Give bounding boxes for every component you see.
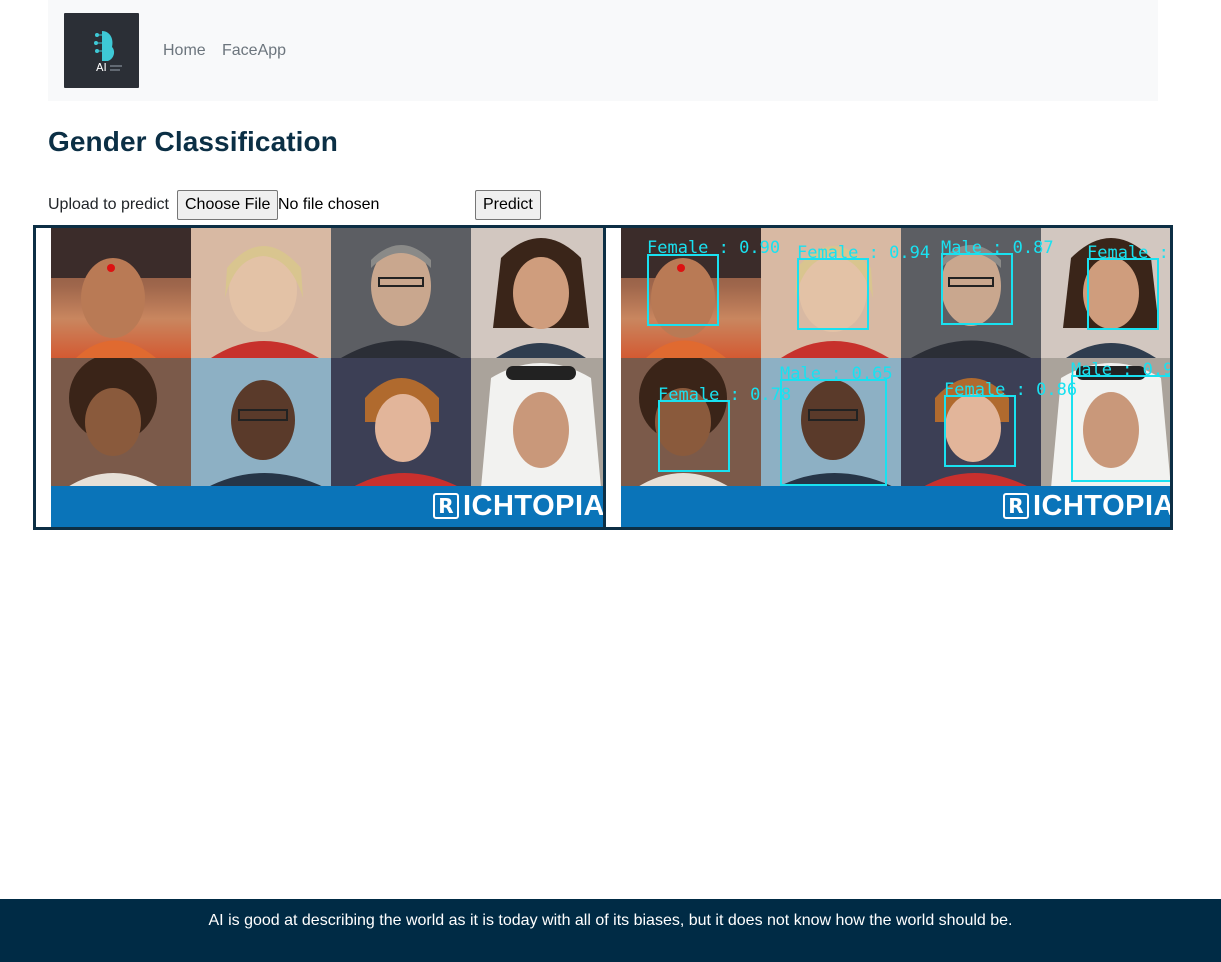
- detection-label: Male : 0.65: [780, 364, 893, 384]
- nav-faceapp-link[interactable]: FaceApp: [222, 42, 286, 60]
- brand-text: ICHTOPIA: [1032, 489, 1173, 522]
- brand-logo: R ICHTOPIA: [1002, 489, 1173, 522]
- detection-label: Female : 0.94: [797, 243, 931, 263]
- face-photo: [331, 358, 471, 488]
- footer-text: AI is good at describing the world as it…: [208, 912, 1013, 929]
- detection-box: [780, 379, 887, 486]
- detection-box: [944, 395, 1016, 467]
- choose-file-button[interactable]: Choose File: [177, 190, 279, 220]
- detection-label: Male : 0.87: [941, 238, 1054, 258]
- footer: AI is good at describing the world as it…: [0, 899, 1221, 962]
- navbar: AI Home FaceApp: [48, 0, 1158, 101]
- detection-label: Female : 0.: [1087, 243, 1170, 263]
- brand-text: ICHTOPIA: [462, 489, 605, 522]
- prediction-image-panel: R ICHTOPIA Female : 0.90 Female : 0.94 M…: [603, 225, 1173, 530]
- detection-label: Female : 0.86: [944, 380, 1078, 400]
- original-image-panel: R ICHTOPIA: [33, 225, 606, 530]
- detection-label: Female : 0.90: [647, 238, 781, 258]
- face-photo: [51, 228, 191, 358]
- detection-box: [647, 254, 719, 326]
- ai-brain-icon: AI: [94, 31, 122, 74]
- brand-mark: R: [1002, 493, 1029, 519]
- face-photo: [191, 358, 331, 488]
- prediction-image: R ICHTOPIA Female : 0.90 Female : 0.94 M…: [621, 228, 1173, 527]
- predict-button[interactable]: Predict: [475, 190, 541, 220]
- logo-text: AI: [96, 61, 107, 74]
- logo[interactable]: AI: [64, 13, 139, 88]
- original-image: R ICHTOPIA: [51, 228, 605, 527]
- detection-box: [797, 258, 869, 330]
- file-status: No file chosen: [278, 196, 380, 213]
- detection-label: Male : 0.96: [1071, 360, 1173, 380]
- face-photo: [331, 228, 471, 358]
- detection-box: [1087, 258, 1159, 330]
- brand-mark: R: [432, 493, 459, 519]
- page-title: Gender Classification: [48, 126, 338, 157]
- detection-label: Female : 0.78: [658, 385, 792, 405]
- face-photo: [191, 228, 331, 358]
- detection-box: [941, 253, 1013, 325]
- face-photo: [471, 358, 603, 488]
- detection-box: [658, 400, 730, 472]
- face-photo: [471, 228, 603, 358]
- face-photo: [51, 358, 191, 488]
- nav-home-link[interactable]: Home: [163, 42, 206, 60]
- upload-form: Upload to predict Choose File No file ch…: [48, 190, 548, 220]
- upload-label: Upload to predict: [48, 196, 169, 213]
- detection-box: [1071, 375, 1170, 482]
- brand-logo: R ICHTOPIA: [432, 489, 605, 522]
